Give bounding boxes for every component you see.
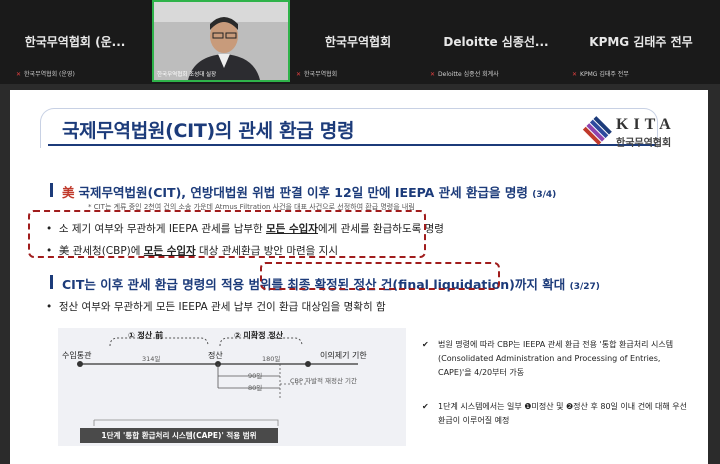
check-icon: ✔ <box>422 402 429 411</box>
participant-tag-label: KPMG 김태주 전무 <box>580 71 629 78</box>
highlight-box <box>260 262 500 290</box>
side-note: ✔ 1단계 시스템에서는 일부 ❶미정산 및 ❷정산 후 80일 이내 건에 대… <box>422 400 692 428</box>
participant-tag-label: 한국무역협회 (운영) <box>24 71 75 78</box>
timeline-duration: 90일 <box>248 372 263 380</box>
section-heading-1-date: (3/4) <box>532 190 557 200</box>
active-speaker-video[interactable]: 한국무역협회 조성대 실장 <box>152 0 290 82</box>
participant-name: 한국무역협회 <box>324 35 392 49</box>
section-heading-2-date: (3/27) <box>569 282 600 292</box>
kita-logo-icon <box>582 116 612 146</box>
timeline-duration: 314일 <box>142 355 161 363</box>
timeline-duration: 80일 <box>248 384 263 392</box>
us-mark: 美 <box>62 185 75 200</box>
side-note-text: 1단계 시스템에서는 일부 ❶미정산 및 ❷정산 후 80일 이내 건에 대해 … <box>438 402 687 425</box>
muted-mic-icon: ✕ <box>296 71 302 78</box>
participant-tag: ✕ Deloitte 심종선 회계사 <box>430 69 499 78</box>
participant-tile[interactable]: KPMG 김태주 전무 ✕ KPMG 김태주 전무 <box>568 0 714 84</box>
side-note-text: 법원 명령에 따라 CBP는 IEEPA 관세 환급 전용 '통합 환급처리 시… <box>438 340 674 377</box>
section-heading-1-text: 국제무역법원(CIT), 연방대법원 위법 판결 이후 12일 만에 IEEPA… <box>78 185 528 200</box>
timeline-label: 이의제기 기한 <box>320 351 367 360</box>
cape-scope-label: 1단계 '통합 환급처리 시스템(CAPE)' 적용 범위 <box>80 428 278 443</box>
participant-name: KPMG 김태주 전무 <box>589 35 693 49</box>
participant-tag-label: 한국무역협회 <box>304 71 338 78</box>
stage-label: ② 미확정 정산 <box>234 331 284 340</box>
logo-word: KITA <box>616 116 676 133</box>
speaker-silhouette-icon <box>154 2 288 80</box>
kita-logo: KITA 한국무역협회 <box>582 114 702 150</box>
title-underline <box>48 144 656 146</box>
participant-tile[interactable]: Deloitte 심종선... ✕ Deloitte 심종선 회계사 <box>426 0 566 84</box>
bullet-text: 정산 여부와 무관하게 모든 IEEPA 관세 납부 건이 환급 대상임을 명확… <box>58 301 386 313</box>
section-bar <box>50 275 53 289</box>
stage-label: ① 정산 前 <box>128 331 164 340</box>
participant-tile[interactable]: 한국무역협회 ✕ 한국무역협회 <box>292 0 424 84</box>
shared-screen: 국제무역법원(CIT)의 관세 환급 명령 KITA 한국무역협회 美 국제무역법… <box>0 84 720 464</box>
participant-strip: 한국무역협회 (운... ✕ 한국무역협회 (운영) 한국무역협회 조성대 실장 … <box>0 0 720 84</box>
check-icon: ✔ <box>422 340 429 349</box>
side-note: ✔ 법원 명령에 따라 CBP는 IEEPA 관세 환급 전용 '통합 환급처리… <box>422 338 692 380</box>
participant-tag: ✕ 한국무역협회 (운영) <box>16 69 75 78</box>
timeline-duration: 180일 <box>262 355 281 363</box>
slide-title: 국제무역법원(CIT)의 관세 환급 명령 <box>62 120 355 142</box>
participant-name: 한국무역협회 (운... <box>24 35 126 49</box>
video-tag: 한국무역협회 조성대 실장 <box>157 72 217 78</box>
refund-timeline-diagram: ① 정산 前 ② 미확정 정산 수입통관 314일 정산 180일 이의제기 기… <box>58 328 406 446</box>
highlight-box <box>28 210 426 258</box>
timeline-label: 수입통관 <box>62 351 92 360</box>
logo-sub: 한국무역협회 <box>616 138 672 149</box>
participant-name: Deloitte 심종선... <box>443 35 549 49</box>
participant-tile[interactable]: 한국무역협회 (운... ✕ 한국무역협회 (운영) <box>0 0 150 84</box>
participant-tag: ✕ KPMG 김태주 전무 <box>572 69 629 78</box>
section-heading-1: 美 국제무역법원(CIT), 연방대법원 위법 판결 이후 12일 만에 IEEP… <box>62 182 556 201</box>
participant-tag-label: Deloitte 심종선 회계사 <box>438 71 499 78</box>
muted-mic-icon: ✕ <box>430 71 436 78</box>
muted-mic-icon: ✕ <box>16 71 22 78</box>
timeline-label: 정산 <box>208 351 223 360</box>
slide-page: 국제무역법원(CIT)의 관세 환급 명령 KITA 한국무역협회 美 국제무역법… <box>10 90 708 464</box>
participant-tag: ✕ 한국무역협회 <box>296 69 337 78</box>
muted-mic-icon: ✕ <box>572 71 578 78</box>
timeline-note: CBP 자발적 재정산 기간 <box>290 377 357 385</box>
bullet-item: • 정산 여부와 무관하게 모든 IEEPA 관세 납부 건이 환급 대상임을 … <box>46 301 386 313</box>
section-bar <box>50 183 53 197</box>
